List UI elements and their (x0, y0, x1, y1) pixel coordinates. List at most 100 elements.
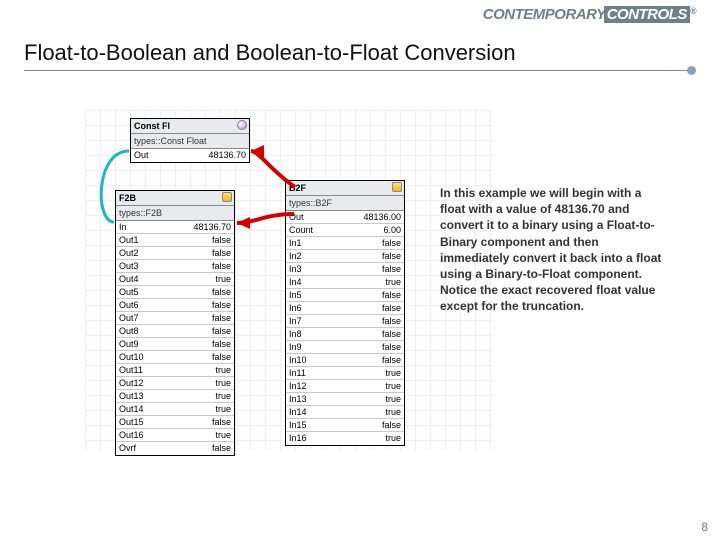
data-row: In3false (286, 263, 404, 276)
block-rows: Out48136.70 (131, 149, 249, 162)
block-f2b[interactable]: F2B types::F2B In48136.70Out1falseOut2fa… (115, 190, 235, 456)
data-row: In2 false (286, 250, 404, 263)
data-row: Out 48136.00 (286, 211, 404, 224)
row-key: Ovrf (119, 442, 136, 455)
row-key: Out9 (119, 338, 139, 350)
row-value: false (382, 237, 401, 249)
data-row: In9 false (286, 341, 404, 354)
row-key: Out (134, 149, 149, 162)
data-row: Out4true (116, 273, 234, 286)
row-value: true (215, 429, 231, 441)
row-key: Out10 (119, 351, 144, 363)
row-key: In7 (289, 315, 302, 327)
row-key: In9 (289, 341, 302, 353)
title-endpoint-dot (687, 66, 696, 75)
data-row: In11 true (286, 367, 404, 380)
block-type: types::F2B (116, 206, 234, 221)
row-key: Out12 (119, 377, 144, 389)
block-rows: In48136.70Out1falseOut2falseOut3falseOut… (116, 221, 234, 455)
row-value: true (385, 432, 401, 445)
data-row: In16 true (286, 432, 404, 445)
data-row: In8 false (286, 328, 404, 341)
row-value: true (215, 390, 231, 402)
row-key: In4 (289, 276, 302, 288)
block-b2f[interactable]: B2F types::B2F Out48136.00Count6.00In1fa… (285, 180, 405, 446)
row-key: Out14 (119, 403, 144, 415)
row-value: 48136.00 (363, 211, 401, 223)
brand-right: CONTROLS (604, 6, 690, 23)
row-value: true (215, 377, 231, 389)
expand-icon[interactable] (392, 182, 402, 192)
row-key: Count (289, 224, 313, 236)
row-key: Out11 (119, 364, 143, 376)
row-key: In2 (289, 250, 302, 262)
row-key: In16 (289, 432, 307, 445)
row-value: false (382, 354, 401, 366)
row-value: true (215, 273, 231, 285)
row-value: false (212, 312, 231, 324)
data-row: In14 true (286, 406, 404, 419)
row-value: true (385, 380, 401, 392)
data-row: In48136.70 (116, 221, 234, 234)
row-key: In12 (289, 380, 307, 392)
description-text: In this example we will begin with a flo… (440, 185, 670, 315)
row-key: In11 (289, 367, 306, 379)
brand-reg: ® (690, 6, 696, 16)
row-key: In13 (289, 393, 307, 405)
row-key: In15 (289, 419, 307, 431)
row-value: false (382, 263, 401, 275)
block-header-text: F2B (119, 193, 136, 203)
block-header: F2B (116, 191, 234, 206)
row-value: false (212, 351, 231, 363)
purple-dot-icon (237, 120, 247, 130)
data-row: In5false (286, 289, 404, 302)
row-key: In (119, 221, 127, 233)
row-key: In8 (289, 328, 302, 340)
page-number: 8 (701, 520, 708, 534)
page-title: Float-to-Boolean and Boolean-to-Float Co… (24, 40, 696, 71)
row-key: Out13 (119, 390, 144, 402)
row-key: In14 (289, 406, 307, 418)
data-row: In7false (286, 315, 404, 328)
row-value: true (385, 393, 401, 405)
data-row: In15false (286, 419, 404, 432)
data-row: In6 false (286, 302, 404, 315)
row-value: false (382, 328, 401, 340)
row-value: true (385, 367, 401, 379)
row-key: Out5 (119, 286, 139, 298)
row-key: Out (289, 211, 304, 223)
data-row: Out9 false (116, 338, 234, 351)
row-value: false (212, 442, 231, 455)
data-row: In10false (286, 354, 404, 367)
data-row: Out13 true (116, 390, 234, 403)
data-row: Out10 false (116, 351, 234, 364)
data-row: In4 true (286, 276, 404, 289)
row-value: false (382, 250, 401, 262)
data-row: Count6.00 (286, 224, 404, 237)
row-value: true (215, 403, 231, 415)
row-key: In6 (289, 302, 302, 314)
row-value: true (385, 406, 401, 418)
row-key: Out7 (119, 312, 139, 324)
row-value: false (212, 338, 231, 350)
data-row: Out7 false (116, 312, 234, 325)
block-const-float[interactable]: Const Fl types::Const Float Out48136.70 (130, 118, 250, 163)
data-row: Out1false (116, 234, 234, 247)
row-key: Out16 (119, 429, 144, 441)
diagram-canvas: Const Fl types::Const Float Out48136.70 … (85, 110, 493, 450)
row-value: false (212, 260, 231, 272)
row-key: Out6 (119, 299, 139, 311)
data-row: Out16 true (116, 429, 234, 442)
row-value: false (382, 302, 401, 314)
row-value: false (212, 247, 231, 259)
expand-icon[interactable] (222, 192, 232, 202)
row-value: true (385, 276, 401, 288)
data-row: Out6false (116, 299, 234, 312)
block-header: Const Fl (131, 119, 249, 134)
data-row: Out2 false (116, 247, 234, 260)
row-value: false (382, 341, 401, 353)
row-key: Out2 (119, 247, 139, 259)
row-value: false (382, 289, 401, 301)
data-row: Out5false (116, 286, 234, 299)
row-key: Out15 (119, 416, 144, 428)
